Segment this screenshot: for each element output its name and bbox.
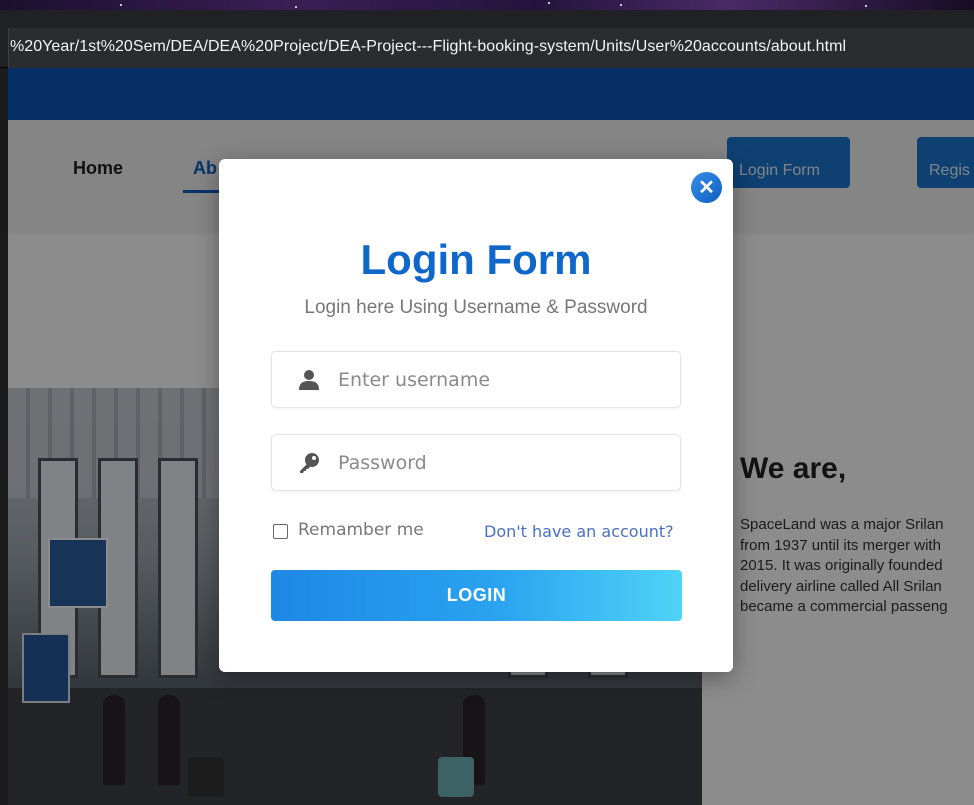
remember-me-label[interactable]: Remamber me [298,520,424,540]
register-link[interactable]: Don't have an account? [484,522,674,541]
close-icon: ✕ [698,176,715,199]
close-modal-button[interactable]: ✕ [691,172,722,203]
screen: %20Year/1st%20Sem/DEA/DEA%20Project/DEA-… [0,0,974,805]
remember-me-checkbox[interactable] [273,524,288,539]
key-icon [300,453,319,473]
modal-subtitle: Login here Using Username & Password [304,297,648,318]
username-input[interactable] [338,364,668,396]
password-input[interactable] [338,447,668,479]
window-edge [0,68,8,805]
browser-address-bar[interactable]: %20Year/1st%20Sem/DEA/DEA%20Project/DEA-… [0,10,974,68]
desktop-wallpaper-strip [0,0,974,10]
address-url-text: %20Year/1st%20Sem/DEA/DEA%20Project/DEA-… [10,38,847,55]
username-field[interactable] [271,351,681,408]
user-icon [299,370,319,390]
login-button[interactable]: LOGIN [271,570,682,621]
password-field[interactable] [271,434,681,491]
modal-title: Login Form [360,236,592,283]
